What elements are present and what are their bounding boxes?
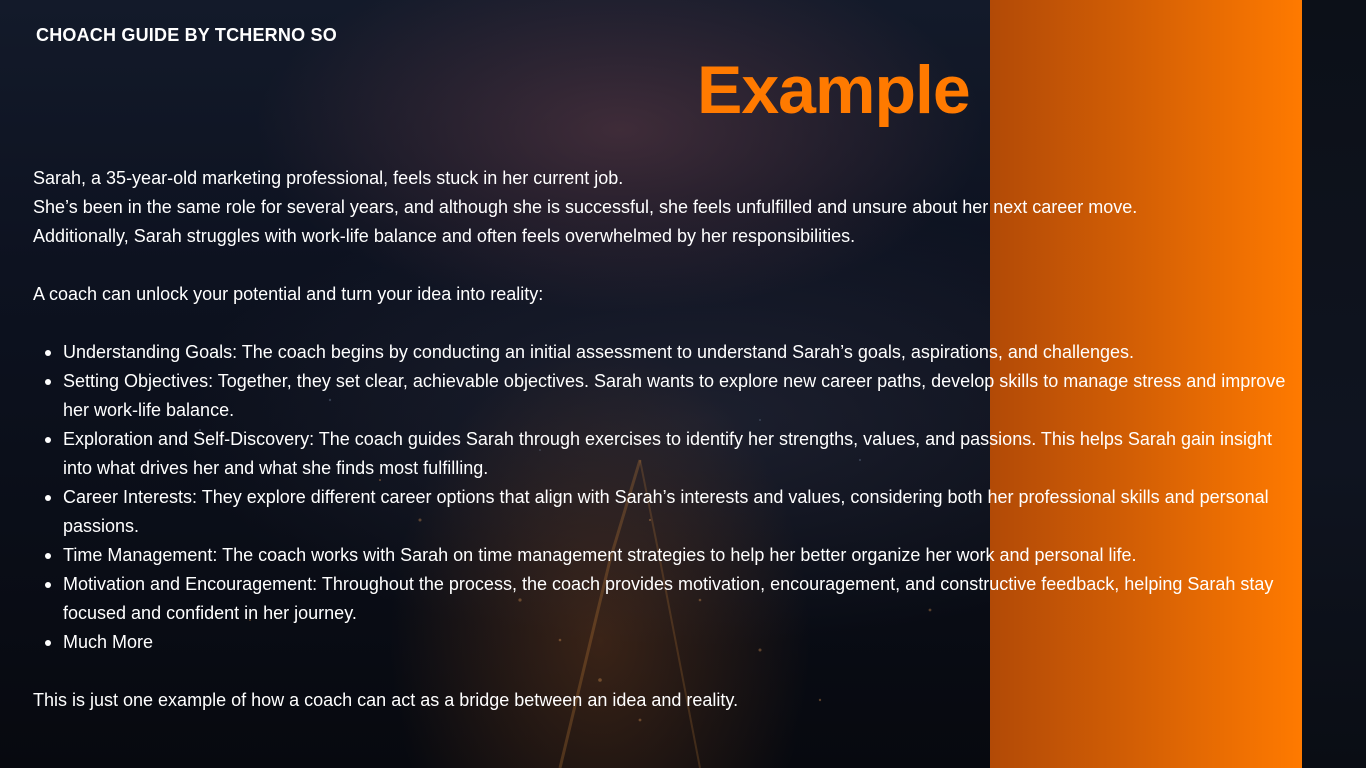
conclusion-text: This is just one example of how a coach …	[33, 690, 739, 710]
list-item: Time Management: The coach works with Sa…	[45, 541, 1303, 570]
body-content: Sarah, a 35-year-old marketing professio…	[33, 164, 1303, 715]
intro-line: She’s been in the same role for several …	[33, 197, 1138, 217]
lead-text: A coach can unlock your potential and tu…	[33, 284, 544, 304]
intro-line: Sarah, a 35-year-old marketing professio…	[33, 168, 624, 188]
list-item: Motivation and Encouragement: Throughout…	[45, 570, 1303, 628]
right-edge-panel	[1302, 0, 1366, 768]
list-item: Understanding Goals: The coach begins by…	[45, 338, 1303, 367]
slide: CHOACH GUIDE BY TCHERNO SO Example Sarah…	[0, 0, 1366, 768]
intro-line: Additionally, Sarah struggles with work-…	[33, 226, 856, 246]
list-item: Much More	[45, 628, 1303, 657]
list-item: Setting Objectives: Together, they set c…	[45, 367, 1303, 425]
list-item: Career Interests: They explore different…	[45, 483, 1303, 541]
list-item: Exploration and Self-Discovery: The coac…	[45, 425, 1303, 483]
brand-label: CHOACH GUIDE BY TCHERNO SO	[36, 25, 337, 45]
benefits-list: Understanding Goals: The coach begins by…	[33, 338, 1303, 657]
page-title: Example	[697, 52, 971, 128]
